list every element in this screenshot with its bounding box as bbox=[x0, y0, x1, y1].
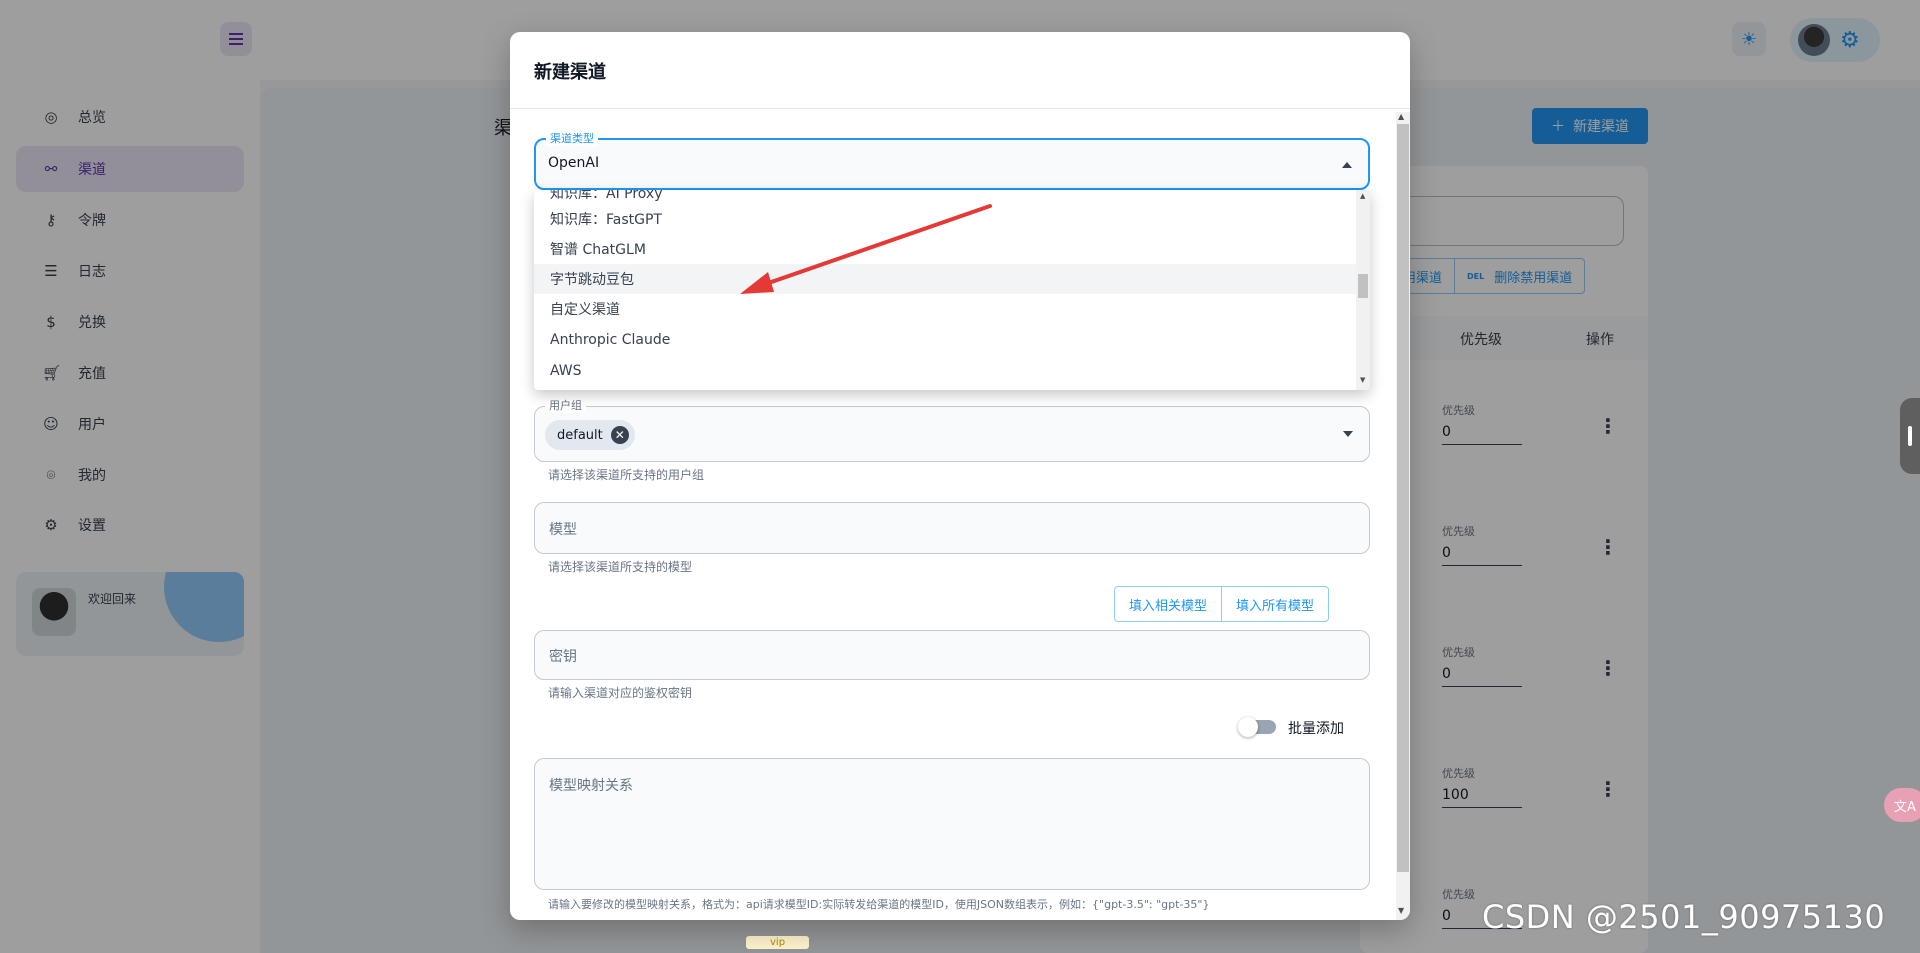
dropdown-option[interactable]: AWS bbox=[534, 356, 1356, 386]
dropdown-option[interactable]: 字节跳动豆包 bbox=[534, 264, 1356, 294]
channel-type-dropdown: 知识库：AI Proxy 知识库：FastGPT 智谱 ChatGLM 字节跳动… bbox=[534, 190, 1370, 390]
batch-add-label: 批量添加 bbox=[1288, 721, 1344, 737]
key-placeholder: 密钥 bbox=[549, 649, 577, 665]
vip-badge: vip bbox=[746, 936, 810, 949]
mapping-helper: 请输入要修改的模型映射关系，格式为：api请求模型ID:实际转发给渠道的模型ID… bbox=[548, 898, 1210, 911]
model-placeholder: 模型 bbox=[549, 522, 577, 538]
scroll-down-icon[interactable]: ▼ bbox=[1360, 376, 1365, 384]
field-label: 渠道类型 bbox=[546, 132, 598, 146]
dropdown-option[interactable]: 自定义渠道 bbox=[534, 294, 1356, 324]
translate-button[interactable]: 文A bbox=[1884, 788, 1920, 822]
scroll-up-icon[interactable]: ▲ bbox=[1398, 112, 1404, 121]
caret-up-icon bbox=[1342, 162, 1352, 168]
model-select[interactable]: 模型 bbox=[534, 502, 1370, 554]
fill-all-models-button[interactable]: 填入所有模型 bbox=[1222, 586, 1330, 622]
dialog-scrollbar-thumb[interactable] bbox=[1397, 124, 1409, 872]
dropdown-option[interactable]: 智谱 ChatGLM bbox=[534, 234, 1356, 264]
caret-down-icon bbox=[1343, 431, 1353, 437]
channel-type-select[interactable]: 渠道类型 OpenAI bbox=[534, 132, 1370, 190]
field-label: 用户组 bbox=[545, 399, 586, 413]
new-channel-dialog: 新建渠道 渠道类型 OpenAI 用户组 default ✕ 请选择该渠道所支持的… bbox=[510, 32, 1410, 920]
user-group-chip: default ✕ bbox=[545, 420, 635, 450]
dialog-title: 新建渠道 bbox=[534, 62, 606, 83]
user-group-helper: 请选择该渠道所支持的用户组 bbox=[548, 468, 705, 482]
scroll-down-icon[interactable]: ▼ bbox=[1398, 906, 1404, 915]
user-group-select[interactable]: 用户组 default ✕ bbox=[534, 399, 1370, 462]
divider bbox=[510, 108, 1410, 109]
dropdown-option[interactable]: Anthropic Claude bbox=[534, 325, 1356, 355]
watermark: CSDN @2501_90975130 bbox=[1482, 898, 1886, 936]
fill-models-group: 填入相关模型 填入所有模型 bbox=[1114, 586, 1330, 622]
mapping-placeholder: 模型映射关系 bbox=[549, 778, 633, 794]
batch-add-toggle[interactable] bbox=[1238, 717, 1276, 737]
select-value: OpenAI bbox=[548, 155, 600, 171]
dropdown-scrollbar-thumb[interactable] bbox=[1358, 274, 1368, 298]
model-helper: 请选择该渠道所支持的模型 bbox=[548, 560, 693, 574]
fill-related-models-button[interactable]: 填入相关模型 bbox=[1114, 586, 1223, 622]
key-input[interactable]: 密钥 bbox=[534, 630, 1370, 680]
dropdown-option[interactable]: 知识库：FastGPT bbox=[534, 204, 1356, 234]
remove-chip-icon[interactable]: ✕ bbox=[610, 426, 629, 444]
key-helper: 请输入渠道对应的鉴权密钥 bbox=[548, 686, 693, 700]
side-drawer-handle[interactable] bbox=[1900, 398, 1920, 474]
scroll-up-icon[interactable]: ▲ bbox=[1360, 192, 1365, 200]
translate-icon: 文A bbox=[1894, 799, 1916, 815]
model-mapping-textarea[interactable]: 模型映射关系 bbox=[534, 758, 1370, 890]
